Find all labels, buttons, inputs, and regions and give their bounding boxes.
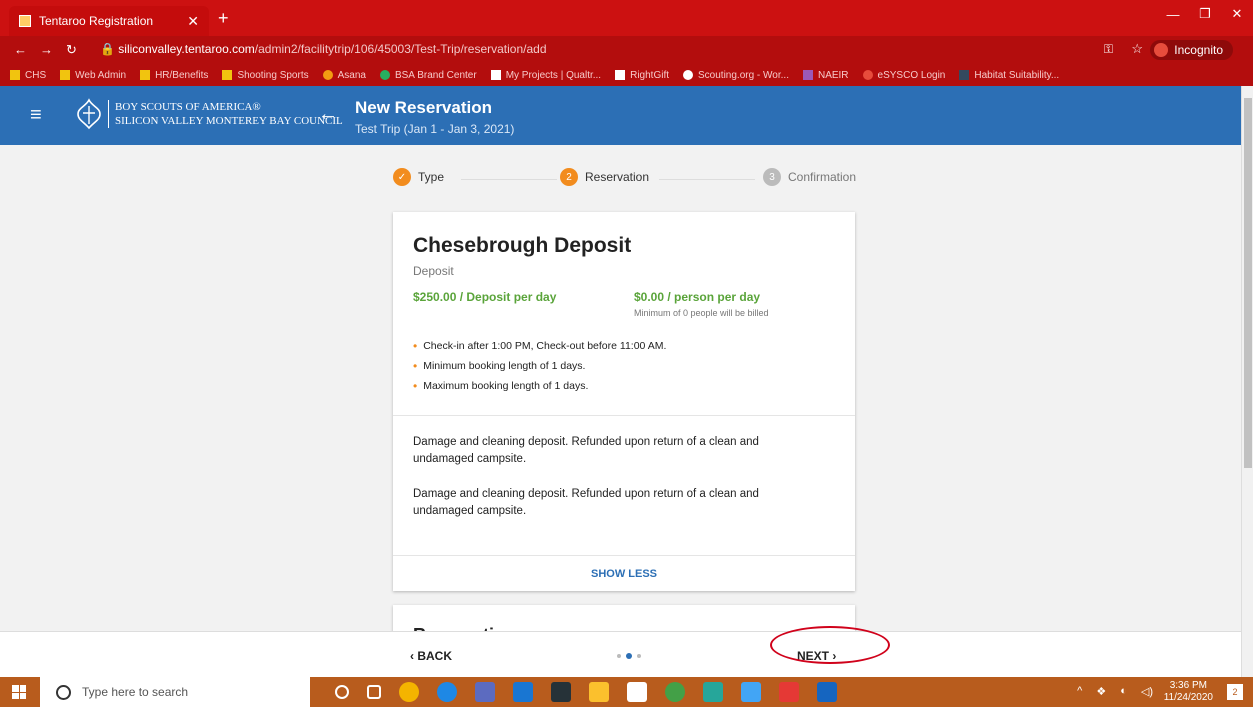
price-deposit: $250.00 / Deposit per day (413, 290, 557, 304)
bookmark-item[interactable]: My Projects | Qualtr... (490, 70, 601, 81)
list-item: Check-in after 1:00 PM, Check-out before… (413, 336, 666, 356)
page-subtitle: Test Trip (Jan 1 - Jan 3, 2021) (355, 122, 515, 136)
outlook-icon[interactable] (513, 682, 533, 702)
step-connector (659, 179, 755, 180)
list-item: Minimum booking length of 1 days. (413, 356, 666, 376)
url-host: siliconvalley.tentaroo.com (118, 42, 255, 56)
progress-stepper: ✓ Type 2 Reservation 3 Confirmation (393, 168, 863, 192)
step-label: Reservation (585, 170, 650, 184)
browser-titlebar: Tentaroo Registration ✕ + — ❐ ✕ (0, 0, 1253, 36)
minimum-note: Minimum of 0 people will be billed (634, 308, 769, 318)
bookmark-item[interactable]: BSA Brand Center (379, 70, 477, 81)
show-less-button[interactable]: SHOW LESS (393, 568, 855, 580)
facility-card: Chesebrough Deposit Deposit $250.00 / De… (393, 212, 855, 591)
page-scrollbar[interactable] (1241, 86, 1253, 677)
back-arrow-icon[interactable]: ← (318, 103, 338, 126)
sync-icon[interactable] (665, 682, 685, 702)
bookmark-item[interactable]: NAEIR (802, 70, 849, 81)
step-label: Confirmation (788, 170, 857, 184)
dropbox-icon[interactable]: ❖ (1096, 685, 1106, 698)
address-bar: ← → ↻ 🔒 siliconvalley.tentaroo.com/admin… (0, 36, 1253, 64)
step-number: 3 (763, 168, 781, 186)
app-header: ≡ BOY SCOUTS OF AMERICA® SILICON VALLEY … (0, 86, 1241, 145)
bookmark-item[interactable]: Scouting.org - Wor... (683, 70, 789, 81)
back-button[interactable]: ‹ BACK (410, 649, 452, 663)
bottom-nav: ‹ BACK NEXT › (0, 631, 1241, 677)
step-label: Type (418, 170, 445, 184)
bookmark-item[interactable]: Asana (322, 70, 366, 81)
close-window-icon[interactable]: ✕ (1221, 0, 1253, 28)
volume-icon[interactable]: ◁) (1141, 685, 1153, 698)
task-view-icon[interactable] (367, 685, 381, 699)
step-reservation: 2 Reservation (560, 168, 649, 186)
step-confirmation: 3 Confirmation (763, 168, 856, 186)
star-icon[interactable]: ☆ (1131, 41, 1143, 57)
taskbar-search[interactable]: Type here to search (40, 677, 310, 707)
card-type: Deposit (413, 264, 454, 278)
divider (393, 555, 855, 556)
bookmark-item[interactable]: HR/Benefits (140, 70, 208, 81)
rules-list: Check-in after 1:00 PM, Check-out before… (413, 336, 666, 396)
tab-title: Tentaroo Registration (39, 14, 154, 28)
card-title: Chesebrough Deposit (413, 234, 632, 257)
bookmark-item[interactable]: Habitat Suitability... (959, 70, 1059, 81)
back-icon[interactable]: ← (14, 42, 27, 57)
bookmark-item[interactable]: RightGift (615, 70, 669, 81)
forward-icon[interactable]: → (40, 42, 53, 57)
taskbar-apps (335, 682, 837, 702)
windows-start-icon[interactable] (12, 685, 26, 699)
edge-icon[interactable] (437, 682, 457, 702)
divider (393, 415, 855, 416)
reservation-card: Reservation (393, 605, 855, 633)
close-tab-icon[interactable]: ✕ (187, 13, 199, 30)
file-explorer-icon[interactable] (589, 682, 609, 702)
bookmark-item[interactable]: eSYSCO Login (862, 70, 945, 81)
new-tab-button[interactable]: + (218, 8, 229, 29)
notification-center-icon[interactable]: 2 (1227, 684, 1243, 700)
word-icon[interactable] (817, 682, 837, 702)
bsa-logo-icon (77, 98, 101, 130)
favicon-icon (19, 15, 31, 27)
key-icon[interactable]: ⚿ (1104, 42, 1113, 57)
app-icon[interactable] (779, 682, 799, 702)
app-icon[interactable] (551, 682, 571, 702)
chevron-up-icon[interactable]: ^ (1077, 685, 1082, 698)
step-connector (461, 179, 557, 180)
url-path: /admin2/facilitytrip/106/45003/Test-Trip… (254, 42, 547, 56)
org-name: BOY SCOUTS OF AMERICA® SILICON VALLEY MO… (108, 100, 343, 128)
teams-icon[interactable] (475, 682, 495, 702)
bookmark-item[interactable]: Shooting Sports (222, 70, 309, 81)
list-item: Maximum booking length of 1 days. (413, 376, 666, 396)
incognito-badge[interactable]: Incognito (1150, 40, 1233, 60)
photos-icon[interactable] (741, 682, 761, 702)
hamburger-menu-icon[interactable]: ≡ (30, 104, 42, 127)
notepad-icon[interactable] (627, 682, 647, 702)
annotation-circle (770, 626, 890, 664)
page-title: New Reservation (355, 98, 492, 117)
step-type: ✓ Type (393, 168, 444, 186)
description-paragraph: Damage and cleaning deposit. Refunded up… (413, 436, 759, 465)
window-controls: — ❐ ✕ (1157, 0, 1253, 28)
price-person: $0.00 / person per day (634, 290, 761, 304)
browser-tab[interactable]: Tentaroo Registration ✕ (9, 6, 209, 36)
step-number: 2 (560, 168, 578, 186)
network-icon[interactable]: ◐ (1120, 685, 1127, 698)
check-icon: ✓ (393, 168, 411, 186)
windows-taskbar: Type here to search ^ ❖ ◐ ◁) 3:36 PM 11/… (0, 677, 1253, 707)
reload-icon[interactable]: ↻ (66, 42, 77, 58)
bookmarks-bar: CHS Web Admin HR/Benefits Shooting Sport… (0, 64, 1253, 86)
minimize-icon[interactable]: — (1157, 0, 1189, 28)
bookmark-item[interactable]: CHS (10, 70, 46, 81)
cortana-icon[interactable] (335, 685, 349, 699)
bookmark-item[interactable]: Web Admin (60, 70, 126, 81)
taskbar-clock[interactable]: 3:36 PM 11/24/2020 (1164, 680, 1213, 704)
description-paragraph: Damage and cleaning deposit. Refunded up… (413, 488, 759, 517)
url-field[interactable]: 🔒 siliconvalley.tentaroo.com/admin2/faci… (100, 42, 547, 56)
chrome-icon[interactable] (399, 682, 419, 702)
scrollbar-thumb[interactable] (1244, 98, 1252, 468)
restore-icon[interactable]: ❐ (1189, 0, 1221, 28)
system-tray: ^ ❖ ◐ ◁) (1077, 685, 1153, 698)
page-indicator (617, 653, 641, 659)
calculator-icon[interactable] (703, 682, 723, 702)
